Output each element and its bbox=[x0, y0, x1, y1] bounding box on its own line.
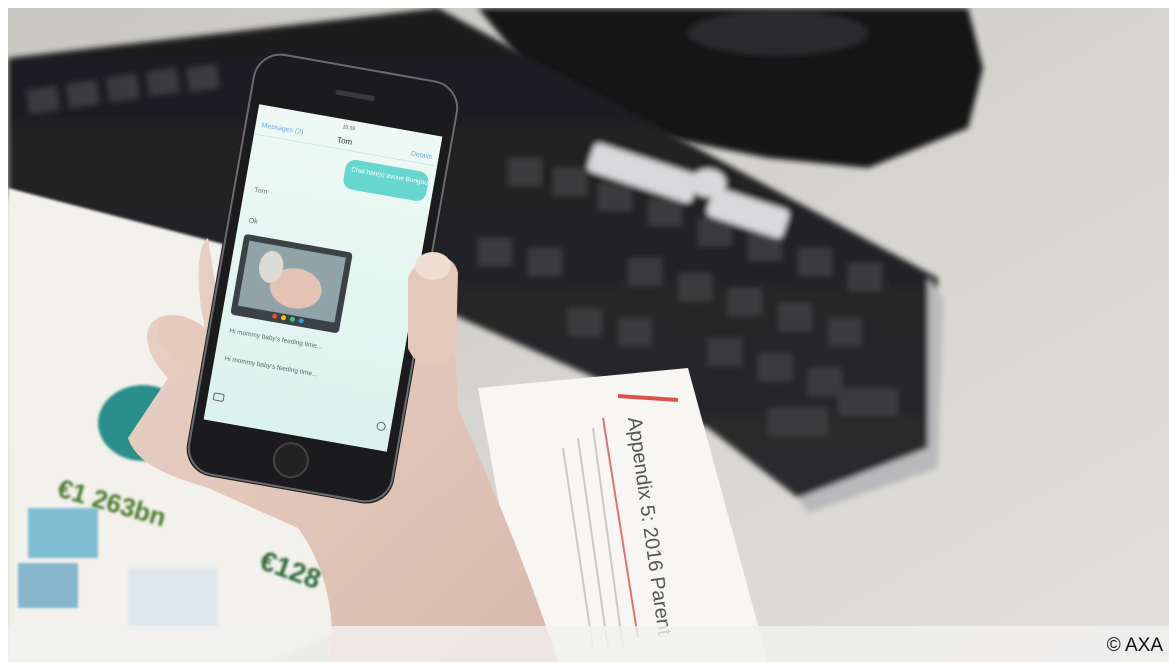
photo-scene: €1 263bn €128 Appendix 5: 2016 Parent 10… bbox=[8, 8, 1169, 662]
credit-bar: © AXA bbox=[8, 626, 1169, 662]
photo-credit: © AXA bbox=[1106, 635, 1163, 656]
photo-frame: €1 263bn €128 Appendix 5: 2016 Parent 10… bbox=[8, 8, 1169, 662]
